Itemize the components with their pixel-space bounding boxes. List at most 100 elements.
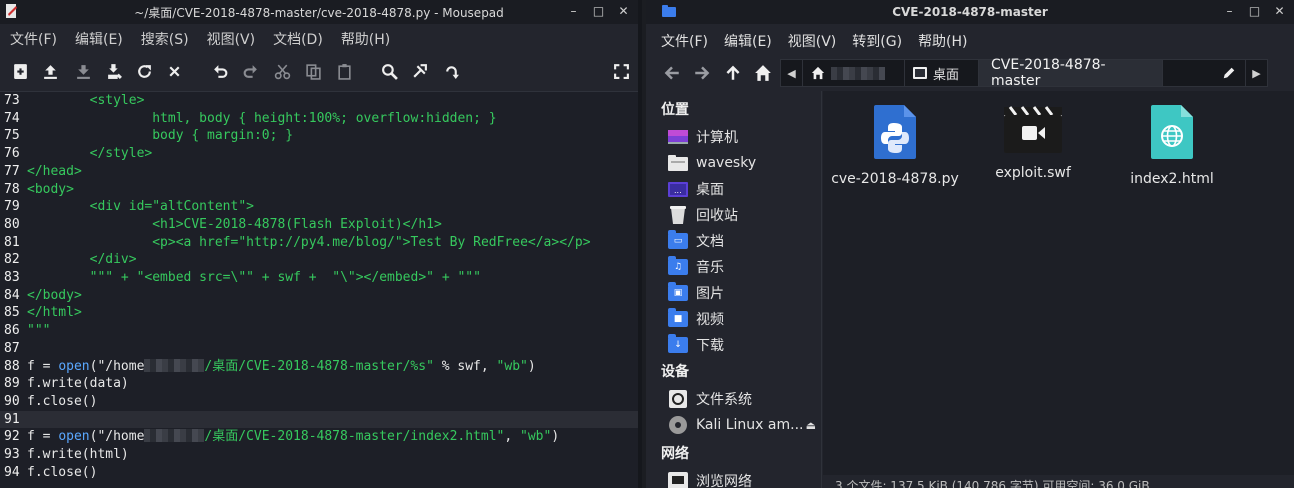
code-line[interactable]: 75 body { margin:0; } [0,127,638,145]
new-document-icon[interactable] [8,58,32,84]
code-line[interactable]: 83 """ + "<embed src=\"" + swf + "\"></e… [0,269,638,287]
menu-file[interactable]: 文件(F) [10,29,57,49]
code-line[interactable]: 79 <div id="altContent"> [0,198,638,216]
menu-edit[interactable]: 编辑(E) [75,29,123,49]
sidebar-item-places[interactable]: ▭ 文档 [668,229,818,253]
file-item[interactable]: index2.html [1102,103,1242,187]
close-window-icon[interactable]: ✕ [617,5,630,18]
code-line[interactable]: 92 f = open("/home/桌面/CVE-2018-4878-maste… [0,428,638,446]
line-number: 74 [4,110,20,126]
sidebar-item-devices[interactable]: Kali Linux am... ⏏ [668,413,818,437]
code-line[interactable]: 82 </div> [0,251,638,269]
code-line[interactable]: 84 </body> [0,287,638,305]
code-line[interactable]: 91 [0,410,638,429]
sidebar-item-places[interactable]: ▣ 图片 [668,281,818,305]
code-line[interactable]: 74 html, body { height:100%; overflow:hi… [0,110,638,128]
copy-icon[interactable] [301,58,325,84]
code-token: html, body { height:100%; overflow:hidde… [27,110,497,126]
redacted-username [831,66,885,80]
code-line[interactable]: 81 <p><a href="http://py4.me/blog/">Test… [0,234,638,252]
menu-go[interactable]: 转到(G) [852,31,902,51]
breadcrumb-home[interactable] [803,60,905,86]
home-icon[interactable] [751,62,775,84]
line-text: </body> [27,287,82,305]
save-as-icon[interactable] [102,58,126,84]
code-editor[interactable]: 73 <style> 74 html, body { height:100%; o… [0,91,638,488]
menu-search[interactable]: 搜索(S) [141,29,189,49]
code-line[interactable]: 88 f = open("/home/桌面/CVE-2018-4878-maste… [0,358,638,376]
search-icon[interactable] [377,58,401,84]
sidebar-item-places[interactable]: ... 桌面 [668,177,818,201]
sidebar-item-places[interactable]: wavesky [668,151,818,175]
file-item[interactable]: cve-2018-4878.py [825,103,965,187]
menu-edit[interactable]: 编辑(E) [724,31,772,51]
mousepad-titlebar[interactable]: ~/桌面/CVE-2018-4878-master/cve-2018-4878.… [0,0,638,24]
menu-help[interactable]: 帮助(H) [918,31,967,51]
undo-icon[interactable] [208,58,232,84]
code-line[interactable]: 76 </style> [0,145,638,163]
save-icon[interactable] [71,58,95,84]
sidebar-item-network[interactable]: 浏览网络 [668,469,818,488]
sidebar-item-label: 回收站 [696,208,738,224]
code-line[interactable]: 86 """ [0,322,638,340]
code-line[interactable]: 73 <style> [0,92,638,110]
code-token: </body> [27,287,82,303]
code-line[interactable]: 90 f.close() [0,393,638,411]
close-icon[interactable] [162,58,186,84]
sidebar-item-places[interactable]: 计算机 [668,125,818,149]
code-token: f = [27,358,59,374]
breadcrumb-desktop[interactable]: 桌面 [905,60,979,86]
sidebar-item-places[interactable]: ■ 视频 [668,307,818,331]
up-arrow-icon[interactable] [721,62,745,84]
thunar-titlebar[interactable]: CVE-2018-4878-master – □ ✕ [646,0,1294,24]
replace-icon[interactable] [407,58,431,84]
path-scroll-right-icon[interactable]: ▶ [1245,60,1267,86]
fullscreen-icon[interactable] [609,58,633,84]
maximize-icon[interactable]: □ [1248,5,1261,18]
code-line[interactable]: 87 [0,340,638,358]
menu-file[interactable]: 文件(F) [661,31,708,51]
edit-path-icon[interactable] [1219,64,1239,82]
line-text: f.write(html) [27,446,129,464]
path-scroll-left-icon[interactable]: ◀ [781,60,803,86]
code-token: """ [27,323,51,339]
sidebar-item-label: 计算机 [696,130,738,146]
code-line[interactable]: 80 <h1>CVE-2018-4878(Flash Exploit)</h1> [0,216,638,234]
minimize-icon[interactable]: – [1223,5,1236,18]
sidebar-item-places[interactable]: 回收站 [668,203,818,227]
code-line[interactable]: 94 f.close() [0,464,638,482]
computer-icon [668,127,688,147]
menu-document[interactable]: 文档(D) [273,29,323,49]
menu-view[interactable]: 视图(V) [207,29,256,49]
breadcrumb-current[interactable]: CVE-2018-4878-master [979,57,1163,89]
code-line[interactable]: 78 <body> [0,181,638,199]
mousepad-window: ~/桌面/CVE-2018-4878-master/cve-2018-4878.… [0,0,642,488]
code-line[interactable]: 85 </html> [0,304,638,322]
code-line[interactable]: 89 f.write(data) [0,375,638,393]
back-arrow-icon[interactable] [660,62,684,84]
file-view[interactable]: cve-2018-4878.py exploit.swf index2.html [823,91,1294,475]
goto-icon[interactable] [439,58,463,84]
code-line[interactable]: 77 </head> [0,163,638,181]
sidebar-item-places[interactable]: ♫ 音乐 [668,255,818,279]
close-window-icon[interactable]: ✕ [1273,5,1286,18]
line-text: <h1>CVE-2018-4878(Flash Exploit)</h1> [27,216,442,234]
sidebar-item-places[interactable]: ↓ 下载 [668,333,818,357]
maximize-icon[interactable]: □ [592,5,605,18]
code-line[interactable]: 93 f.write(html) [0,446,638,464]
sidebar-item-devices[interactable]: 文件系统 [668,387,818,411]
sidebar-item-label: 音乐 [696,260,724,276]
file-item[interactable]: exploit.swf [963,103,1103,181]
video-file-icon [1004,106,1062,153]
reload-icon[interactable] [132,58,156,84]
open-icon[interactable] [38,58,62,84]
eject-icon[interactable]: ⏏ [806,419,816,432]
menu-view[interactable]: 视图(V) [788,31,837,51]
cut-icon[interactable] [270,58,294,84]
menu-help[interactable]: 帮助(H) [341,29,390,49]
line-text: """ [27,322,50,340]
minimize-icon[interactable]: – [567,5,580,18]
forward-arrow-icon[interactable] [690,62,714,84]
paste-icon[interactable] [332,58,356,84]
redo-icon[interactable] [238,58,262,84]
